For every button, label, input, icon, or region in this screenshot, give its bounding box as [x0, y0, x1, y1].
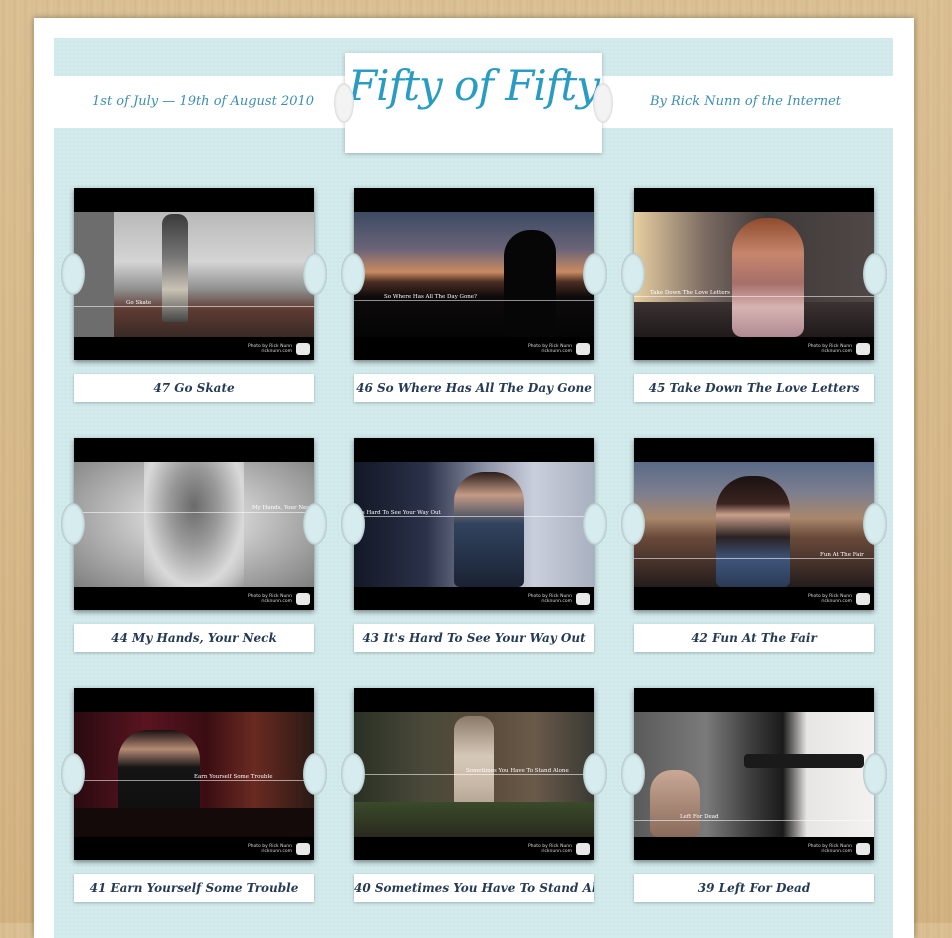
photo-caption: My Hands, Your Neck	[252, 505, 313, 511]
logo-notch-left	[334, 83, 354, 123]
notch-left	[341, 503, 365, 545]
crest-icon	[576, 843, 590, 855]
photo-credit: Photo by Rick Nunn ricknunn.com	[527, 344, 572, 354]
photo-thumbnail[interactable]: It's Hard To See Your Way Out Photo by R…	[341, 438, 607, 610]
photo-credit: Photo by Rick Nunn ricknunn.com	[807, 844, 852, 854]
notch-left	[61, 253, 85, 295]
notch-right	[863, 503, 887, 545]
photo-thumbnail[interactable]: Go Skate Photo by Rick Nunn ricknunn.com	[61, 188, 327, 360]
photo-credit: Photo by Rick Nunn ricknunn.com	[247, 844, 292, 854]
photo-caption: So Where Has All The Day Gone?	[384, 294, 478, 300]
photo-caption: Fun At The Fair	[820, 552, 864, 558]
notch-right	[863, 253, 887, 295]
photo-credit: Photo by Rick Nunn ricknunn.com	[807, 344, 852, 354]
photo-credit: Photo by Rick Nunn ricknunn.com	[527, 594, 572, 604]
crest-icon	[856, 843, 870, 855]
logo-notch-right	[593, 83, 613, 123]
notch-right	[303, 503, 327, 545]
date-range: 1st of July — 19th of August 2010	[92, 94, 315, 109]
photo-title[interactable]: 42 Fun At The Fair	[634, 624, 874, 652]
photo-title[interactable]: 41 Earn Yourself Some Trouble	[74, 874, 314, 902]
crest-icon	[576, 593, 590, 605]
photo-title[interactable]: 44 My Hands, Your Neck	[74, 624, 314, 652]
notch-right	[583, 253, 607, 295]
photo-caption: Go Skate	[126, 300, 152, 306]
notch-left	[61, 503, 85, 545]
crest-icon	[856, 593, 870, 605]
notch-left	[621, 753, 645, 795]
photo-caption: Earn Yourself Some Trouble	[194, 774, 273, 780]
photo-thumbnail[interactable]: Take Down The Love Letters Photo by Rick…	[621, 188, 887, 360]
photo-thumbnail[interactable]: Left For Dead Photo by Rick Nunn ricknunn…	[621, 688, 887, 860]
photo-credit: Photo by Rick Nunn ricknunn.com	[807, 594, 852, 604]
crest-icon	[296, 343, 310, 355]
photo-title[interactable]: 40 Sometimes You Have To Stand Alone	[354, 874, 594, 902]
photo-title[interactable]: 46 So Where Has All The Day Gone	[354, 374, 594, 402]
notch-left	[341, 753, 365, 795]
site-logo[interactable]: Fifty of Fifty	[334, 53, 613, 153]
logo-text: Fifty of Fifty	[348, 61, 600, 110]
notch-right	[583, 753, 607, 795]
photo-title[interactable]: 39 Left For Dead	[634, 874, 874, 902]
photo-caption: Left For Dead	[680, 814, 719, 820]
photo-thumbnail[interactable]: My Hands, Your Neck Photo by Rick Nunn ri…	[61, 438, 327, 610]
notch-right	[303, 253, 327, 295]
photo-caption: It's Hard To See Your Way Out	[356, 510, 441, 516]
page-container: 1st of July — 19th of August 2010 By Ric…	[34, 18, 914, 938]
notch-right	[583, 503, 607, 545]
notch-right	[863, 753, 887, 795]
notch-left	[341, 253, 365, 295]
crest-icon	[576, 343, 590, 355]
byline: By Rick Nunn of the Internet	[649, 94, 841, 109]
crest-icon	[856, 343, 870, 355]
photo-thumbnail[interactable]: So Where Has All The Day Gone? Photo by …	[341, 188, 607, 360]
photo-credit: Photo by Rick Nunn ricknunn.com	[247, 594, 292, 604]
photo-credit: Photo by Rick Nunn ricknunn.com	[527, 844, 572, 854]
photo-thumbnail[interactable]: Fun At The Fair Photo by Rick Nunn ricknu…	[621, 438, 887, 610]
crest-icon	[296, 843, 310, 855]
photo-thumbnail[interactable]: Earn Yourself Some Trouble Photo by Rick…	[61, 688, 327, 860]
notch-right	[303, 753, 327, 795]
photo-title[interactable]: 47 Go Skate	[74, 374, 314, 402]
notch-left	[621, 503, 645, 545]
photo-title[interactable]: 45 Take Down The Love Letters	[634, 374, 874, 402]
photo-title[interactable]: 43 It's Hard To See Your Way Out	[354, 624, 594, 652]
notch-left	[61, 753, 85, 795]
gallery-panel: 1st of July — 19th of August 2010 By Ric…	[54, 38, 893, 938]
photo-thumbnail[interactable]: Sometimes You Have To Stand Alone Photo …	[341, 688, 607, 860]
photo-caption: Sometimes You Have To Stand Alone	[466, 768, 569, 774]
crest-icon	[296, 593, 310, 605]
notch-left	[621, 253, 645, 295]
photo-caption: Take Down The Love Letters	[650, 290, 730, 296]
photo-credit: Photo by Rick Nunn ricknunn.com	[247, 344, 292, 354]
